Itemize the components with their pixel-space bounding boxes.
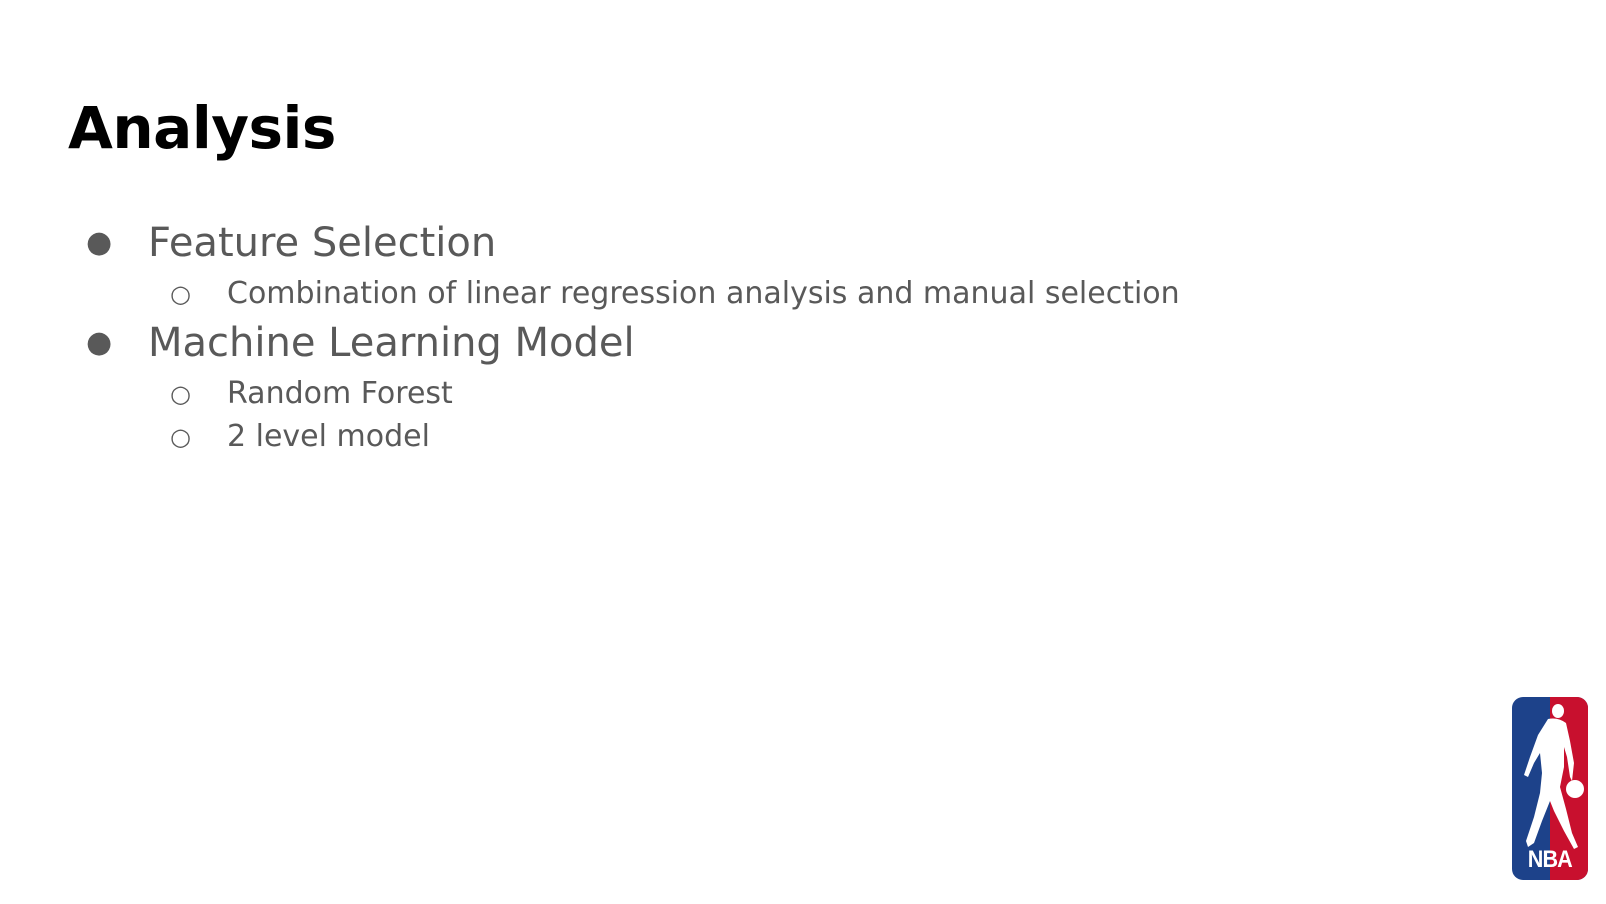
sub-bullet-text: Combination of linear regression analysi…	[227, 276, 1180, 311]
bullet-marker: ●	[86, 325, 113, 360]
logo-text: NBA	[1528, 845, 1573, 872]
sub-bullet-text: Random Forest	[227, 376, 453, 411]
bullet-text: Machine Learning Model	[148, 320, 635, 366]
sub-bullet-marker: ○	[170, 380, 191, 408]
slide: Analysis ● Feature Selection ○ Combinati…	[0, 0, 1606, 904]
slide-title: Analysis	[68, 94, 336, 162]
nba-logo: NBA	[1512, 697, 1588, 880]
sub-bullet-marker: ○	[170, 423, 191, 451]
bullet-text: Feature Selection	[148, 220, 497, 266]
sub-bullet-marker: ○	[170, 280, 191, 308]
bullet-marker: ●	[86, 225, 113, 260]
sub-bullet-text: 2 level model	[227, 419, 430, 454]
